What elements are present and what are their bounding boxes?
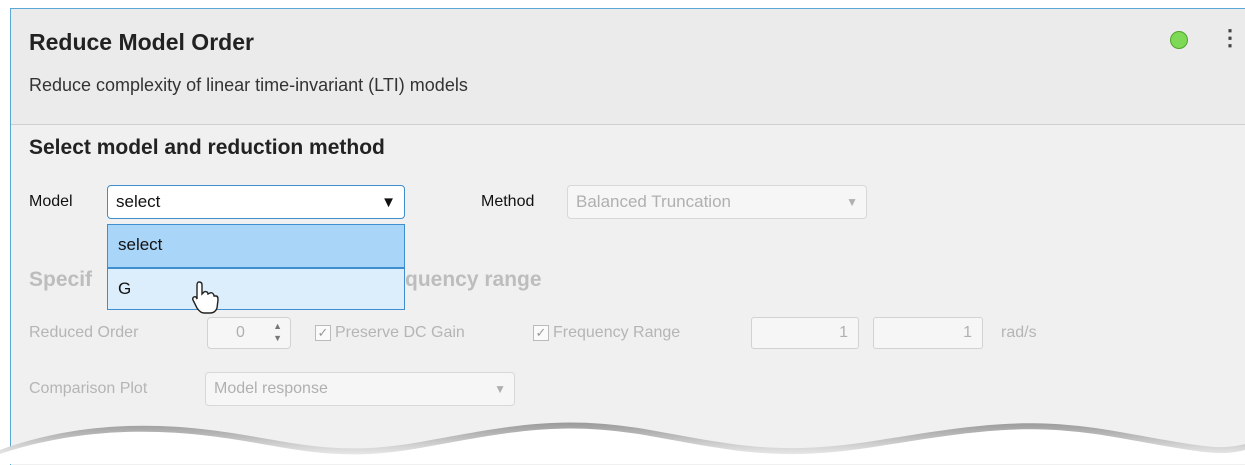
model-label: Model [29,193,73,210]
reduce-model-order-task: Reduce Model Order Reduce complexity of … [10,8,1245,465]
section-title-specify-right: quency range [405,268,542,291]
comparison-plot-label: Comparison Plot [29,380,148,397]
frequency-high-field[interactable]: 1 [873,317,983,349]
task-header: Reduce Model Order Reduce complexity of … [11,9,1245,125]
method-label: Method [481,193,535,210]
section-title-specify-left: Specif [29,268,93,291]
dropdown-option-select[interactable]: select [108,225,404,267]
frequency-low-field[interactable]: 1 [751,317,859,349]
mouse-pointer-icon [192,281,219,314]
status-indicator-icon [1170,31,1188,49]
frequency-range-checkbox[interactable]: ✓ Frequency Range [533,324,680,342]
method-dropdown-value: Balanced Truncation [576,192,731,211]
checkmark-icon: ✓ [533,325,549,341]
model-dropdown-list: select G [107,224,405,310]
frequency-range-label: Frequency Range [553,324,681,341]
model-dropdown-value: select [116,192,161,211]
task-subtitle: Reduce complexity of linear time-invaria… [29,75,468,95]
section-title-select-model: Select model and reduction method [29,136,385,159]
dropdown-arrow-icon: ▼ [846,195,858,209]
frequency-unit-label: rad/s [1001,324,1037,341]
dropdown-option-g[interactable]: G [108,267,404,309]
checkmark-icon: ✓ [315,325,331,341]
torn-edge-decoration [0,422,1245,464]
model-dropdown[interactable]: select ▼ [107,185,405,219]
reduced-order-label: Reduced Order [29,324,139,341]
task-title: Reduce Model Order [29,29,254,55]
reduced-order-spinner[interactable]: 0 ▲ ▼ [207,317,291,349]
reduced-order-value: 0 [236,324,245,341]
comparison-plot-value: Model response [214,380,328,397]
spinner-arrows-icon[interactable]: ▲ ▼ [273,320,282,344]
method-dropdown[interactable]: Balanced Truncation ▼ [567,185,867,219]
comparison-plot-dropdown[interactable]: Model response ▼ [205,372,515,406]
dropdown-arrow-icon: ▼ [494,382,506,396]
preserve-dc-gain-checkbox[interactable]: ✓ Preserve DC Gain [315,324,465,342]
preserve-dc-gain-label: Preserve DC Gain [335,324,465,341]
more-options-icon[interactable]: ⋮ [1219,25,1241,51]
dropdown-arrow-icon: ▼ [381,193,396,211]
